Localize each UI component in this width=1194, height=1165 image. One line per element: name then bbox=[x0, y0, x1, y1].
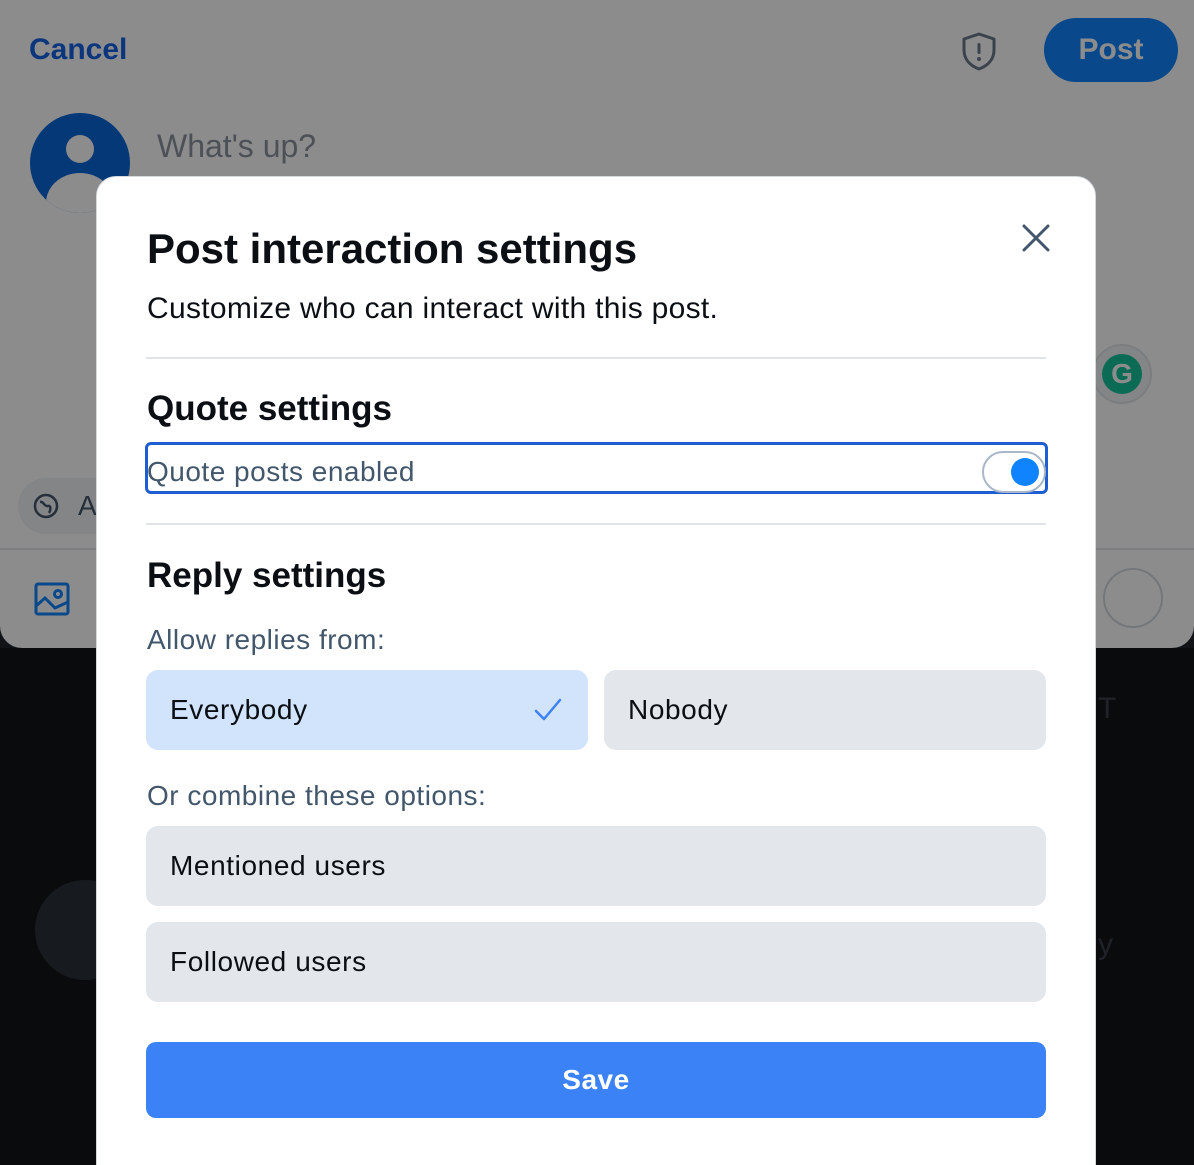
option-label: Everybody bbox=[170, 694, 308, 725]
option-label: Nobody bbox=[628, 694, 729, 725]
quote-settings-heading: Quote settings bbox=[147, 389, 393, 428]
option-label: Followed users bbox=[170, 946, 367, 977]
option-followed-users[interactable]: Followed users bbox=[146, 922, 1046, 1002]
divider bbox=[146, 523, 1046, 525]
toggle-knob bbox=[1011, 458, 1039, 486]
reply-settings-heading: Reply settings bbox=[147, 556, 387, 595]
dialog-title: Post interaction settings bbox=[147, 225, 638, 272]
dialog-subtitle: Customize who can interact with this pos… bbox=[147, 292, 719, 325]
check-icon bbox=[534, 698, 562, 721]
combine-options-label: Or combine these options: bbox=[147, 780, 487, 811]
quote-toggle-label[interactable]: Quote posts enabled bbox=[147, 456, 415, 488]
option-mentioned-users[interactable]: Mentioned users bbox=[146, 826, 1046, 906]
option-everybody[interactable]: Everybody bbox=[146, 670, 588, 750]
divider bbox=[146, 357, 1046, 359]
close-icon[interactable] bbox=[1016, 218, 1056, 258]
allow-replies-label: Allow replies from: bbox=[147, 624, 386, 655]
save-button[interactable]: Save bbox=[146, 1042, 1046, 1118]
option-nobody[interactable]: Nobody bbox=[604, 670, 1046, 750]
quote-toggle-switch[interactable] bbox=[982, 451, 1046, 493]
option-label: Mentioned users bbox=[170, 850, 387, 881]
